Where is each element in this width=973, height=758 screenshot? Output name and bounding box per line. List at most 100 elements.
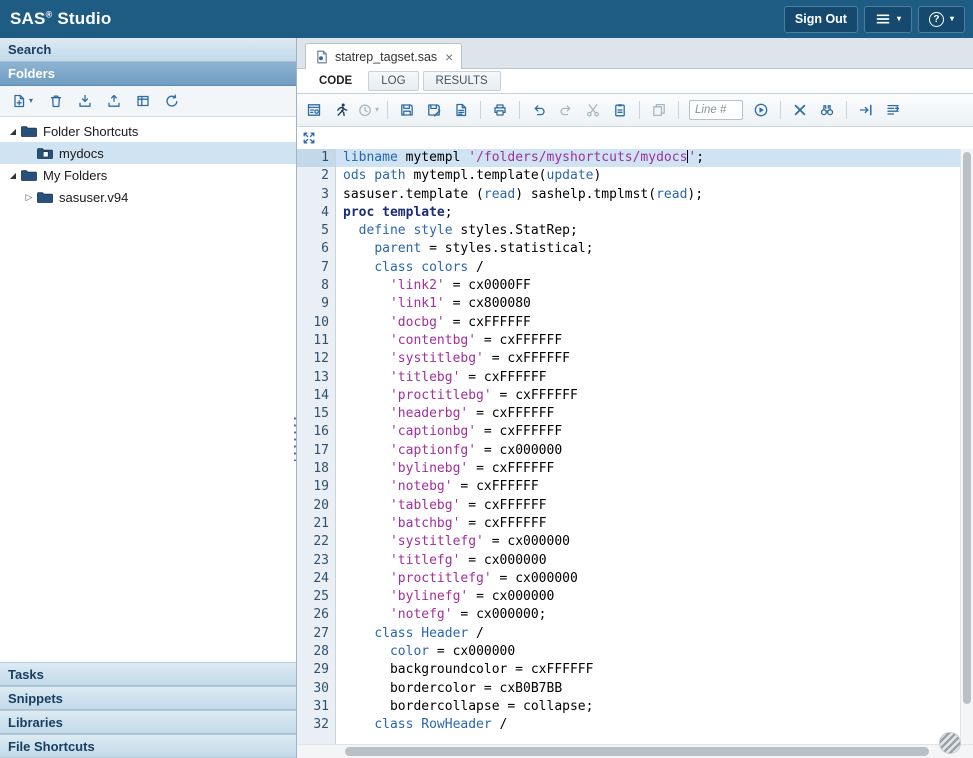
code-line-13: 'titlebg' = cxFFFFFF <box>336 369 973 387</box>
toolbar-separator <box>846 101 847 119</box>
run-button[interactable] <box>328 98 354 122</box>
tree-item-folder-shortcuts[interactable]: ◢Folder Shortcuts <box>0 120 296 142</box>
panel-libraries[interactable]: Libraries <box>0 710 296 734</box>
vertical-scrollbar-thumb[interactable] <box>963 152 971 704</box>
top-header: SAS® Studio Sign Out ▾ ? ▾ <box>0 0 973 38</box>
folder-icon <box>20 167 40 183</box>
code-pane[interactable]: libname mytempl '/folders/myshortcuts/my… <box>336 149 973 744</box>
code-line-5: define style styles.StatRep; <box>336 222 973 240</box>
close-tab-icon[interactable]: × <box>445 50 453 64</box>
find-replace-button[interactable] <box>814 98 840 122</box>
properties-button[interactable] <box>130 89 156 113</box>
tree-collapse-icon[interactable]: ◢ <box>6 127 20 136</box>
delete-button[interactable] <box>43 89 69 113</box>
code-line-23: 'titlefg' = cx000000 <box>336 552 973 570</box>
print-button[interactable] <box>487 98 513 122</box>
refresh-icon <box>164 93 180 109</box>
horizontal-scrollbar-thumb[interactable] <box>345 747 929 756</box>
save-as-icon <box>426 102 442 118</box>
sidebar-splitter[interactable] <box>292 415 298 461</box>
redo-button[interactable] <box>553 98 579 122</box>
tree-item-mydocs[interactable]: mydocs <box>0 142 296 164</box>
resize-grip-icon[interactable] <box>939 732 961 754</box>
search-panel-header[interactable]: Search <box>0 38 296 62</box>
go-to-line-button[interactable] <box>748 98 774 122</box>
upload-button[interactable] <box>101 89 127 113</box>
horizontal-scrollbar[interactable] <box>297 744 973 758</box>
line-number: 22 <box>297 533 335 551</box>
panel-snippets[interactable]: Snippets <box>0 686 296 710</box>
indent-button[interactable] <box>853 98 879 122</box>
line-number: 30 <box>297 680 335 698</box>
folders-panel-header[interactable]: Folders <box>0 62 296 86</box>
toolbar-separator <box>480 101 481 119</box>
sign-out-button[interactable]: Sign Out <box>784 6 858 33</box>
maximize-view-icon[interactable] <box>301 130 317 146</box>
toolbar-separator <box>678 101 679 119</box>
undo-button[interactable] <box>526 98 552 122</box>
paste-button[interactable] <box>607 98 633 122</box>
code-line-3: sasuser.template (read) sashelp.tmplmst(… <box>336 186 973 204</box>
line-number: 15 <box>297 405 335 423</box>
indent-icon <box>858 102 874 118</box>
code-line-24: 'proctitlefg' = cx000000 <box>336 570 973 588</box>
line-number: 11 <box>297 332 335 350</box>
download-button[interactable] <box>72 89 98 113</box>
line-number: 27 <box>297 625 335 643</box>
folder-icon <box>36 145 56 161</box>
tree-expand-icon[interactable]: ▷ <box>22 192 36 203</box>
tree-item-label: mydocs <box>59 146 104 161</box>
line-number: 12 <box>297 350 335 368</box>
code-line-8: 'link2' = cx0000FF <box>336 277 973 295</box>
tree-item-my-folders[interactable]: ◢My Folders <box>0 164 296 186</box>
registered-mark: ® <box>46 9 53 19</box>
new-item-icon <box>11 93 27 109</box>
header-actions: Sign Out ▾ ? ▾ <box>784 6 965 33</box>
submission-history-button[interactable]: ▾ <box>355 98 381 122</box>
line-number: 16 <box>297 423 335 441</box>
code-editor[interactable]: 1234567891011121314151617181920212223242… <box>297 149 973 744</box>
app-body: Search Folders ▾ ◢Folder Shortcuts mydocs… <box>0 38 973 758</box>
tree-collapse-icon[interactable]: ◢ <box>6 171 20 180</box>
menu-button[interactable]: ▾ <box>864 6 912 33</box>
tree-item-sasuser-v94[interactable]: ▷sasuser.v94 <box>0 186 296 208</box>
clear-code-icon <box>792 102 808 118</box>
download-icon <box>77 93 93 109</box>
format-code-button[interactable] <box>880 98 906 122</box>
paste-icon <box>612 102 628 118</box>
line-number: 1 <box>297 149 335 167</box>
panel-file-shortcuts[interactable]: File Shortcuts <box>0 734 296 758</box>
line-number-input[interactable] <box>689 100 743 120</box>
save-as-button[interactable] <box>421 98 447 122</box>
code-line-30: bordercolor = cxB0B7BB <box>336 680 973 698</box>
chevron-down-icon: ▾ <box>375 106 379 114</box>
line-number: 14 <box>297 387 335 405</box>
program-options-icon <box>306 102 322 118</box>
refresh-button[interactable] <box>159 89 185 113</box>
cut-button[interactable] <box>580 98 606 122</box>
vertical-scrollbar[interactable] <box>960 149 973 744</box>
redo-icon <box>558 102 574 118</box>
code-line-4: proc template; <box>336 204 973 222</box>
code-line-31: bordercollapse = collapse; <box>336 698 973 716</box>
line-number: 5 <box>297 222 335 240</box>
tab-log[interactable]: LOG <box>368 71 418 91</box>
code-line-28: color = cx000000 <box>336 643 973 661</box>
copy-button[interactable] <box>646 98 672 122</box>
editor-area: statrep_tagset.sas × CODELOGRESULTS ▾ 12… <box>297 38 973 758</box>
clear-code-button[interactable] <box>787 98 813 122</box>
tab-code[interactable]: CODE <box>307 72 364 90</box>
toolbar-separator <box>780 101 781 119</box>
document-tab[interactable]: statrep_tagset.sas × <box>305 43 462 69</box>
panel-tasks[interactable]: Tasks <box>0 662 296 686</box>
help-button[interactable]: ? ▾ <box>918 6 965 33</box>
line-number: 18 <box>297 460 335 478</box>
find-replace-icon <box>819 102 835 118</box>
save-button[interactable] <box>394 98 420 122</box>
folder-icon <box>36 189 56 205</box>
program-options-button[interactable] <box>301 98 327 122</box>
print-preview-button[interactable] <box>448 98 474 122</box>
new-item-button[interactable]: ▾ <box>4 89 40 113</box>
tab-results[interactable]: RESULTS <box>423 71 501 91</box>
help-icon: ? <box>929 12 944 27</box>
